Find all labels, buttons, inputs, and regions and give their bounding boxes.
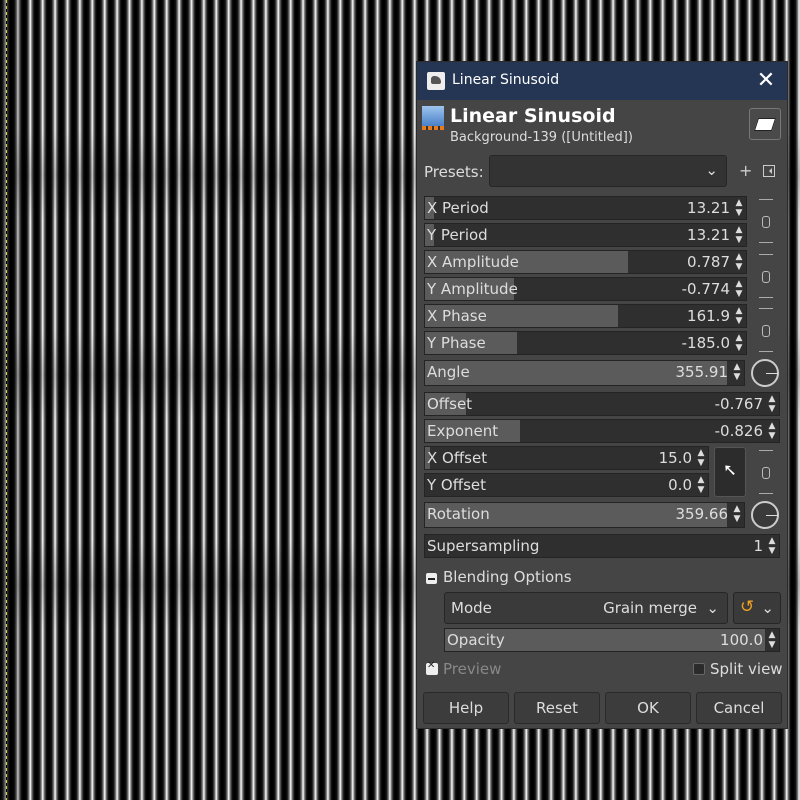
angle-dial-icon[interactable]: [751, 501, 779, 529]
spin-arrows-icon[interactable]: ▲ ▼: [767, 630, 777, 650]
reset-button[interactable]: Reset: [514, 692, 600, 724]
spin-arrows-icon[interactable]: ▲ ▼: [734, 225, 744, 245]
spin-arrows-icon[interactable]: ▲ ▼: [696, 448, 706, 468]
slider-label: Rotation: [427, 505, 490, 523]
filter-header: Linear Sinusoid Background-139 ([Untitle…: [417, 100, 787, 154]
x-phase-slider[interactable]: X Phase 161.9 ▲ ▼: [424, 304, 747, 328]
slider-value: 100.0: [720, 631, 763, 649]
spin-arrows-icon[interactable]: ▲ ▼: [767, 394, 777, 414]
split-view-label[interactable]: Split view: [710, 660, 783, 678]
presets-combo[interactable]: ⌄: [489, 155, 727, 187]
canvas-edge-shade: [0, 0, 30, 800]
exponent-slider[interactable]: Exponent -0.826 ▲ ▼: [424, 419, 780, 443]
y-period-slider[interactable]: Y Period 13.21 ▲ ▼: [424, 223, 747, 247]
slider-label: Y Period: [427, 226, 488, 244]
x-offset-slider[interactable]: X Offset 15.0 ▲ ▼: [424, 446, 709, 470]
preview-checkbox[interactable]: [426, 660, 438, 675]
selection-marching-ants: [6, 0, 7, 800]
y-phase-slider[interactable]: Y Phase -185.0 ▲ ▼: [424, 331, 747, 355]
slider-value: 0.0: [668, 476, 692, 494]
slider-value: 13.21: [687, 199, 730, 217]
chain-link-icon[interactable]: [759, 450, 773, 494]
blend-mode-combo[interactable]: Mode Grain merge ⌄: [444, 592, 728, 624]
supersampling-slider[interactable]: Supersampling 1 ▲ ▼: [424, 534, 780, 558]
gimp-app-icon: [427, 72, 445, 90]
chain-link-icon[interactable]: [759, 254, 773, 298]
filter-icon: [422, 106, 444, 130]
blending-options-title[interactable]: Blending Options: [443, 568, 572, 586]
chevron-down-icon: ⌄: [706, 599, 719, 617]
slider-label: Y Offset: [427, 476, 486, 494]
linear-sinusoid-dialog: Linear Sinusoid ✕ Linear Sinusoid Backgr…: [416, 61, 788, 729]
slider-value: 355.91: [675, 363, 729, 381]
slider-value: -185.0: [681, 334, 730, 352]
spin-arrows-icon[interactable]: ▲ ▼: [696, 475, 706, 495]
slider-value: 0.787: [687, 253, 730, 271]
close-button[interactable]: ✕: [751, 66, 781, 96]
y-amplitude-slider[interactable]: Y Amplitude -0.774 ▲ ▼: [424, 277, 747, 301]
collapse-toggle-icon[interactable]: [426, 573, 437, 584]
slider-label: Supersampling: [427, 537, 540, 555]
spin-arrows-icon[interactable]: ▲ ▼: [734, 279, 744, 299]
slider-label: X Amplitude: [427, 253, 519, 271]
slider-value: 15.0: [658, 449, 692, 467]
spin-arrows-icon[interactable]: ▲ ▼: [734, 252, 744, 272]
slider-label: Exponent: [427, 422, 499, 440]
chevron-down-icon: ⌄: [761, 599, 774, 617]
rotation-slider[interactable]: Rotation 359.66 ▲ ▼: [424, 502, 745, 528]
spin-arrows-icon[interactable]: ▲ ▼: [732, 362, 742, 382]
presets-row: Presets: ⌄ +: [417, 155, 787, 189]
layer-info: Background-139 ([Untitled]): [450, 130, 633, 145]
filter-title: Linear Sinusoid: [450, 105, 616, 127]
spin-arrows-icon[interactable]: ▲ ▼: [732, 504, 742, 524]
slider-value: -0.774: [681, 280, 730, 298]
help-button[interactable]: Help: [423, 692, 509, 724]
angle-slider[interactable]: Angle 355.91 ▲ ▼: [424, 360, 745, 386]
x-amplitude-slider[interactable]: X Amplitude 0.787 ▲ ▼: [424, 250, 747, 274]
split-view-checkbox[interactable]: [693, 663, 705, 675]
opacity-slider[interactable]: Opacity 100.0 ▲ ▼: [444, 628, 780, 652]
slider-value: 13.21: [687, 226, 730, 244]
slider-label: X Offset: [427, 449, 488, 467]
pointer-pick-icon[interactable]: [714, 447, 746, 497]
slider-value: -0.826: [714, 422, 763, 440]
spin-arrows-icon[interactable]: ▲ ▼: [734, 306, 744, 326]
slider-value: 161.9: [687, 307, 730, 325]
chain-link-icon[interactable]: [759, 308, 773, 352]
cancel-button[interactable]: Cancel: [696, 692, 782, 724]
add-preset-button[interactable]: +: [739, 161, 752, 180]
spin-arrows-icon[interactable]: ▲ ▼: [734, 333, 744, 353]
ok-button[interactable]: OK: [605, 692, 691, 724]
mode-value: Grain merge: [603, 599, 697, 617]
window-title: Linear Sinusoid: [452, 72, 560, 88]
slider-label: Y Phase: [427, 334, 486, 352]
offset-slider[interactable]: Offset -0.767 ▲ ▼: [424, 392, 780, 416]
slider-label: Opacity: [447, 631, 505, 649]
angle-dial-icon[interactable]: [751, 359, 779, 387]
composite-mode-combo[interactable]: ↺ ⌄: [733, 592, 781, 624]
presets-menu-icon[interactable]: [763, 165, 775, 177]
slider-label: Y Amplitude: [427, 280, 518, 298]
slider-label: Offset: [427, 395, 473, 413]
presets-label: Presets:: [424, 163, 484, 181]
slider-label: X Phase: [427, 307, 487, 325]
spin-arrows-icon[interactable]: ▲ ▼: [767, 536, 777, 556]
slider-value: 359.66: [675, 505, 729, 523]
spin-arrows-icon[interactable]: ▲ ▼: [734, 198, 744, 218]
spin-arrows-icon[interactable]: ▲ ▼: [767, 421, 777, 441]
preview-label[interactable]: Preview: [443, 660, 501, 678]
slider-value: -0.767: [714, 395, 763, 413]
drawable-preview-icon: [749, 108, 781, 140]
chain-link-icon[interactable]: [759, 199, 773, 243]
slider-label: Angle: [427, 363, 470, 381]
slider-value: 1: [753, 537, 763, 555]
chevron-down-icon: ⌄: [705, 161, 718, 179]
dialog-titlebar[interactable]: Linear Sinusoid ✕: [417, 62, 787, 100]
y-offset-slider[interactable]: Y Offset 0.0 ▲ ▼: [424, 473, 709, 497]
composite-mode-icon: ↺: [740, 597, 755, 617]
mode-label: Mode: [451, 599, 492, 617]
x-period-slider[interactable]: X Period 13.21 ▲ ▼: [424, 196, 747, 220]
slider-label: X Period: [427, 199, 489, 217]
